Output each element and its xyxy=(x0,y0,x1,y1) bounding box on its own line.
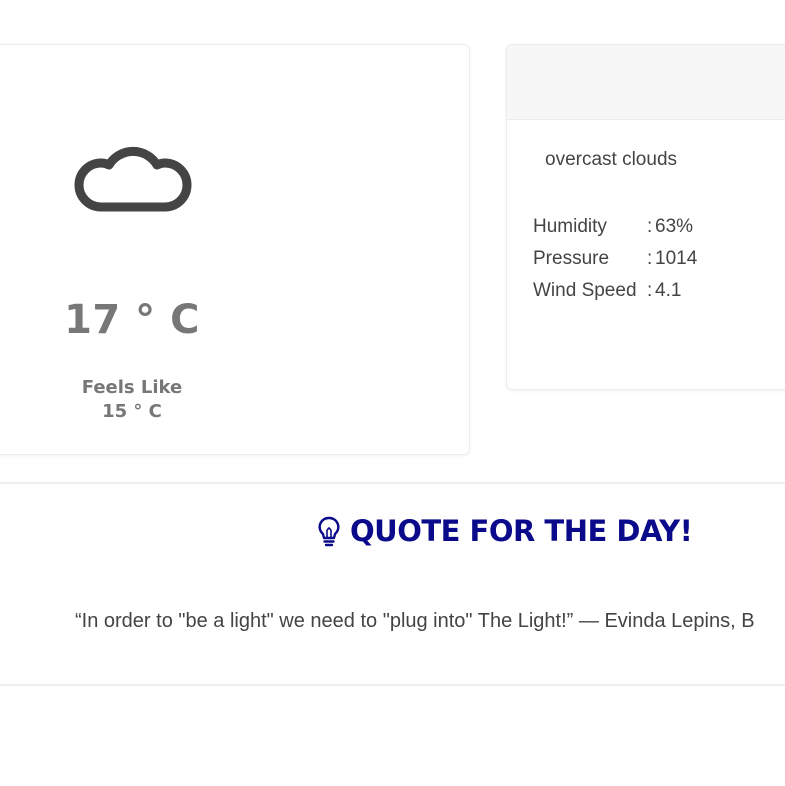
feels-like-label: Feels Like xyxy=(81,377,183,398)
details-card-header xyxy=(507,45,785,120)
stat-label: Pressure xyxy=(533,248,610,269)
stat-separator: : xyxy=(647,216,653,237)
stat-value: 1014 xyxy=(655,248,698,269)
stat-row-pressure: Pressure : 1014 xyxy=(533,243,697,275)
stat-label: Humidity xyxy=(533,216,607,237)
weather-details-card: overcast clouds Humidity : 63% Pressure … xyxy=(506,44,785,390)
stat-row-humidity: Humidity : 63% xyxy=(533,211,697,243)
page: 17 ° C Feels Like 15 ° C overcast clouds… xyxy=(0,0,785,786)
weather-stats: Humidity : 63% Pressure : 1014 Wind Spee… xyxy=(533,211,697,307)
quote-title: QUOTE FOR THE DAY! xyxy=(350,514,693,548)
stat-value: 4.1 xyxy=(655,280,682,301)
quote-heading: QUOTE FOR THE DAY! xyxy=(316,514,693,548)
weather-description: overcast clouds xyxy=(545,149,678,170)
current-weather-card: 17 ° C Feels Like 15 ° C xyxy=(0,44,470,455)
quote-text: “In order to "be a light" we need to "pl… xyxy=(75,610,755,632)
lightbulb-icon xyxy=(318,516,340,547)
stat-label: Wind Speed xyxy=(533,280,637,301)
stat-value: 63% xyxy=(655,216,694,237)
stat-separator: : xyxy=(647,280,653,301)
feels-like-value: 15 ° C xyxy=(102,401,162,422)
temperature: 17 ° C xyxy=(64,297,200,343)
stat-separator: : xyxy=(647,248,653,269)
stat-row-wind-speed: Wind Speed : 4.1 xyxy=(533,275,697,307)
quote-section: QUOTE FOR THE DAY! “In order to "be a li… xyxy=(0,482,785,686)
cloud-icon xyxy=(74,146,192,212)
